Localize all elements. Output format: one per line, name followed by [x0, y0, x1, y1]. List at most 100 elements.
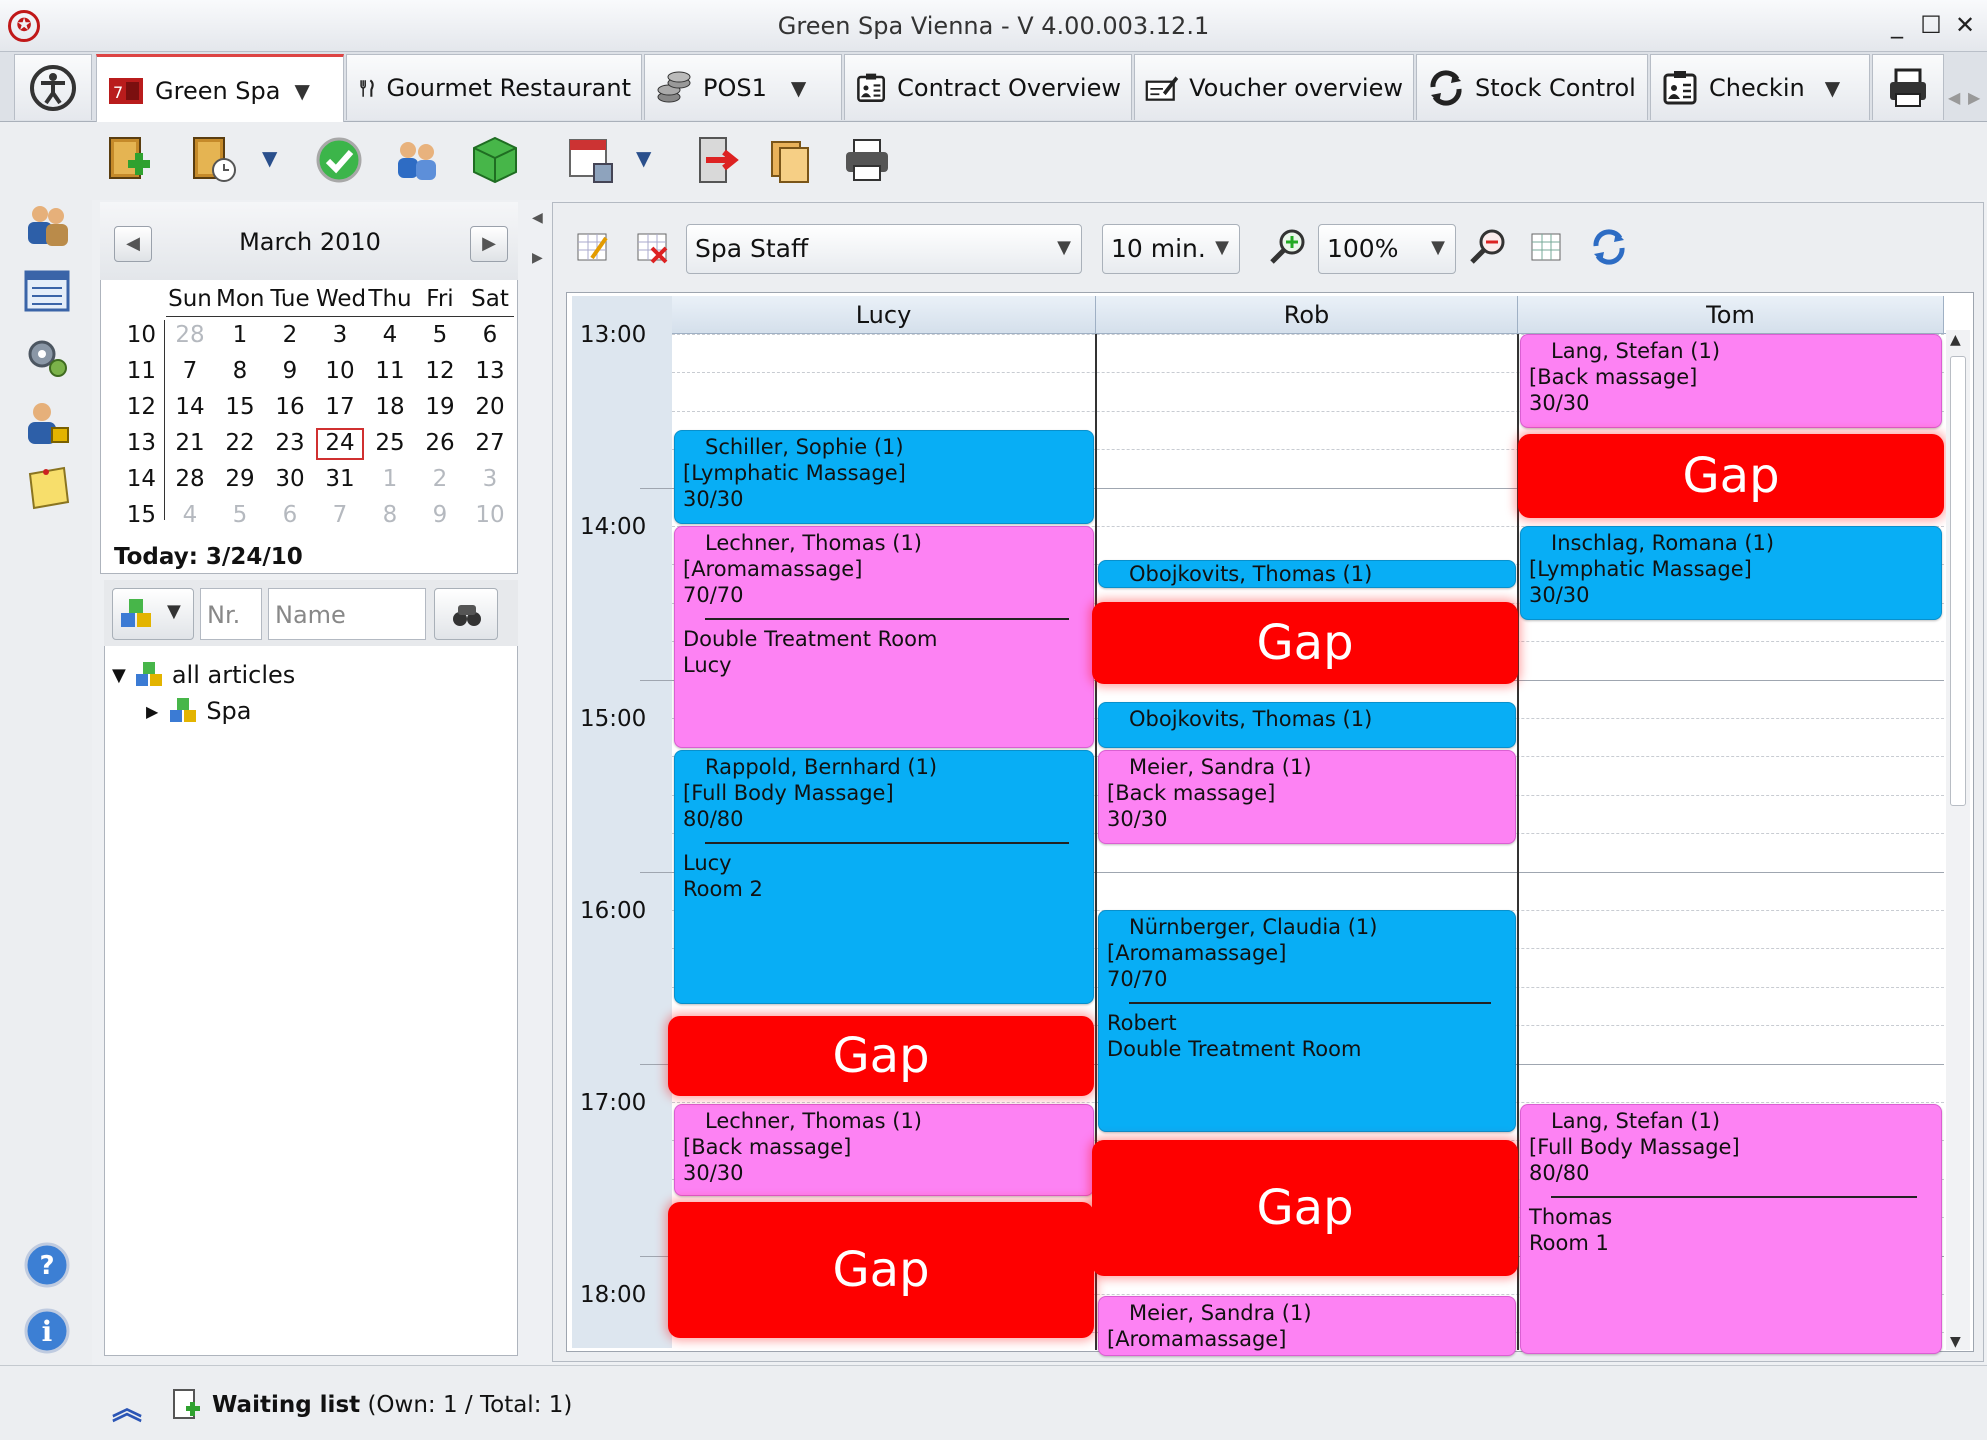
- checkout-door-icon[interactable]: [692, 134, 742, 186]
- refresh-icon[interactable]: [1590, 228, 1628, 266]
- calendar-day[interactable]: 9: [416, 502, 464, 528]
- calendar-day[interactable]: 10: [316, 358, 364, 384]
- calendar-day[interactable]: 12: [416, 358, 464, 384]
- scroll-up-icon[interactable]: ▲: [1950, 332, 1961, 348]
- calendar-day[interactable]: 4: [166, 502, 214, 528]
- booking-dropdown-icon[interactable]: ▼: [262, 146, 277, 170]
- waiting-list-link[interactable]: Waiting list (Own: 1 / Total: 1): [212, 1392, 572, 1418]
- settings-gears-icon[interactable]: [22, 332, 72, 382]
- tab-checkin[interactable]: Checkin ▼: [1650, 54, 1870, 120]
- calendar-day[interactable]: 21: [166, 430, 214, 456]
- appointment[interactable]: Obojkovits, Thomas (1): [1098, 560, 1516, 588]
- article-number-input[interactable]: Nr.: [200, 588, 262, 640]
- staff-group-icon[interactable]: [392, 134, 442, 186]
- tab-printer[interactable]: [1872, 54, 1944, 120]
- zoom-in-icon[interactable]: [1268, 226, 1308, 266]
- gap-marker[interactable]: Gap: [1092, 1140, 1518, 1276]
- expand-up-icon[interactable]: ︽: [112, 1384, 142, 1428]
- calendar-day[interactable]: 15: [216, 394, 264, 420]
- green-box-icon[interactable]: [470, 134, 520, 186]
- customers-icon[interactable]: [22, 200, 72, 250]
- list-view-icon[interactable]: [22, 266, 72, 316]
- chevron-down-icon[interactable]: ▼: [791, 76, 806, 100]
- tab-scroll-left-icon[interactable]: ◀: [1948, 88, 1960, 107]
- info-icon[interactable]: i: [22, 1306, 72, 1356]
- resource-select[interactable]: Spa Staff ▼: [686, 224, 1082, 274]
- user-lock-icon[interactable]: [22, 398, 72, 448]
- appointment[interactable]: Rappold, Bernhard (1) [Full Body Massage…: [674, 750, 1094, 1004]
- grid-view-icon[interactable]: [1530, 230, 1564, 264]
- tab-stock-control[interactable]: Stock Control: [1416, 54, 1648, 120]
- calendar-day[interactable]: 19: [416, 394, 464, 420]
- calendar-day[interactable]: 23: [266, 430, 314, 456]
- calendar-day[interactable]: 7: [316, 502, 364, 528]
- calendar-day[interactable]: 28: [166, 466, 214, 492]
- gap-marker[interactable]: Gap: [1518, 434, 1944, 518]
- calendar-day[interactable]: 5: [216, 502, 264, 528]
- scroll-thumb[interactable]: [1950, 356, 1966, 806]
- calendar-day[interactable]: 25: [366, 430, 414, 456]
- calendar-day[interactable]: 7: [166, 358, 214, 384]
- expand-right-icon[interactable]: ▶: [532, 250, 543, 266]
- calendar-day[interactable]: 10: [466, 502, 514, 528]
- close-button[interactable]: ✕: [1950, 10, 1980, 40]
- tree-node-spa[interactable]: ▶ Spa: [146, 696, 252, 726]
- appointment[interactable]: Lang, Stefan (1) [Full Body Massage] 80/…: [1520, 1104, 1942, 1354]
- calendar-day[interactable]: 27: [466, 430, 514, 456]
- calendar-day[interactable]: 6: [266, 502, 314, 528]
- appointment[interactable]: Inschlag, Romana (1) [Lymphatic Massage]…: [1520, 526, 1942, 620]
- chevron-down-icon[interactable]: ▼: [294, 79, 309, 103]
- new-booking-icon[interactable]: [106, 134, 156, 186]
- calendar-day[interactable]: 13: [466, 358, 514, 384]
- gap-marker[interactable]: Gap: [1092, 602, 1518, 684]
- minimize-button[interactable]: _: [1882, 10, 1912, 40]
- tab-scroll-right-icon[interactable]: ▶: [1968, 88, 1980, 107]
- gap-marker[interactable]: Gap: [668, 1016, 1094, 1096]
- calendar-day[interactable]: 2: [416, 466, 464, 492]
- calendar-day[interactable]: 22: [216, 430, 264, 456]
- tab-contract-overview[interactable]: Contract Overview: [844, 54, 1132, 120]
- calendar-day[interactable]: 31: [316, 466, 364, 492]
- calendar-day[interactable]: 20: [466, 394, 514, 420]
- calendar-day[interactable]: 29: [216, 466, 264, 492]
- calendar-day[interactable]: 8: [366, 502, 414, 528]
- calendar-day[interactable]: 3: [316, 322, 364, 348]
- gap-marker[interactable]: Gap: [668, 1202, 1094, 1338]
- calendar-day[interactable]: 2: [266, 322, 314, 348]
- calendar-day[interactable]: 26: [416, 430, 464, 456]
- calendar-dropdown-icon[interactable]: ▼: [636, 146, 651, 170]
- today-label[interactable]: Today: 3/24/10: [114, 544, 303, 570]
- appointment[interactable]: Lechner, Thomas (1) [Aromamassage] 70/70…: [674, 526, 1094, 748]
- prev-month-button[interactable]: ◀: [114, 226, 152, 262]
- next-month-button[interactable]: ▶: [470, 226, 508, 262]
- appointment[interactable]: Schiller, Sophie (1) [Lymphatic Massage]…: [674, 430, 1094, 524]
- interval-select[interactable]: 10 min. ▼: [1102, 224, 1240, 274]
- tab-gourmet-restaurant[interactable]: Gourmet Restaurant: [346, 54, 642, 120]
- appointment[interactable]: Lang, Stefan (1) [Back massage] 30/30: [1520, 334, 1942, 428]
- category-dropdown[interactable]: ▼: [112, 588, 194, 640]
- calendar-day[interactable]: 14: [166, 394, 214, 420]
- tree-node-all-articles[interactable]: ▼ all articles: [112, 660, 295, 690]
- notes-icon[interactable]: [22, 464, 72, 514]
- tree-toggle[interactable]: ▼: [112, 665, 126, 686]
- tab-accessibility[interactable]: [14, 54, 92, 120]
- calendar-day[interactable]: 18: [366, 394, 414, 420]
- edit-grid-icon[interactable]: [576, 230, 610, 264]
- help-icon[interactable]: ?: [22, 1240, 72, 1290]
- calendar-day[interactable]: 3: [466, 466, 514, 492]
- calendar-day[interactable]: 16: [266, 394, 314, 420]
- appointment[interactable]: Obojkovits, Thomas (1): [1098, 702, 1516, 748]
- zoom-select[interactable]: 100% ▼: [1318, 224, 1456, 274]
- calendar-day[interactable]: 30: [266, 466, 314, 492]
- calendar-day[interactable]: 1: [366, 466, 414, 492]
- appointment[interactable]: Lechner, Thomas (1) [Back massage] 30/30: [674, 1104, 1094, 1196]
- appointment[interactable]: Nürnberger, Claudia (1) [Aromamassage] 7…: [1098, 910, 1516, 1132]
- calendar-day[interactable]: 9: [266, 358, 314, 384]
- appointment[interactable]: Meier, Sandra (1) [Aromamassage]: [1098, 1296, 1516, 1356]
- calendar-day[interactable]: 17: [316, 394, 364, 420]
- tree-toggle[interactable]: ▶: [146, 702, 158, 721]
- calendar-day-selected[interactable]: 24: [316, 428, 364, 460]
- scroll-down-icon[interactable]: ▼: [1950, 1334, 1961, 1350]
- calendar-day[interactable]: 28: [166, 322, 214, 348]
- calendar-day[interactable]: 1: [216, 322, 264, 348]
